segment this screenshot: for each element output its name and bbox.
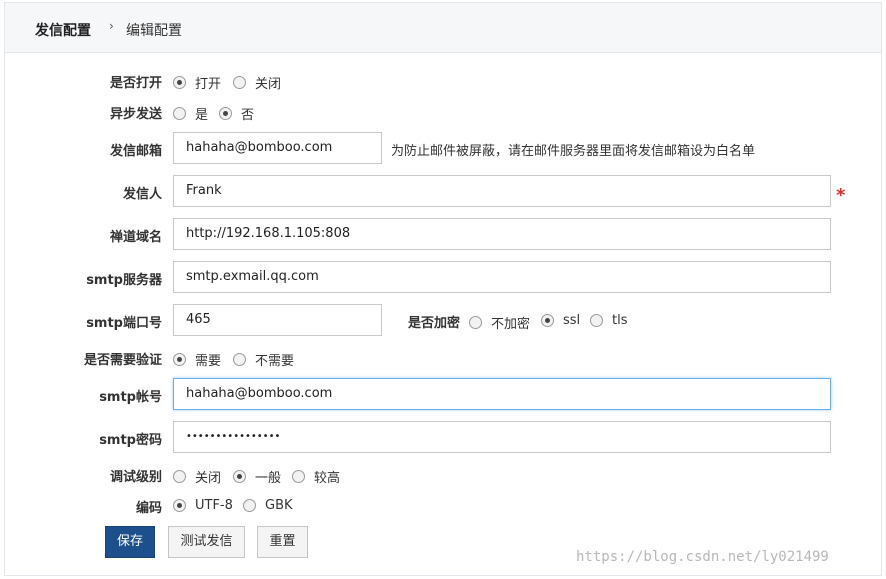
option-label: 打开 (195, 77, 222, 92)
encryption-option-none[interactable]: 不加密 (469, 313, 530, 332)
radio-icon[interactable] (173, 76, 186, 89)
watermark: https://blog.csdn.net/ly021499 (576, 549, 829, 565)
debug-label: 调试级别 (109, 470, 162, 485)
radio-icon[interactable] (173, 353, 186, 366)
reset-button[interactable]: 重置 (257, 526, 308, 558)
smtp-password-label: smtp密码 (99, 433, 162, 448)
test-send-button[interactable]: 测试发信 (168, 526, 245, 558)
option-label: ssl (563, 313, 581, 328)
radio-icon[interactable] (590, 314, 603, 327)
option-label: 关闭 (255, 77, 282, 92)
smtp-account-input[interactable]: hahaha@bomboo.com (173, 378, 831, 410)
option-label: 不加密 (491, 317, 531, 332)
radio-icon[interactable] (219, 107, 232, 120)
charset-option-utf8[interactable]: UTF-8 (173, 498, 233, 513)
charset-label: 编码 (135, 501, 162, 516)
sender-email-input[interactable]: hahaha@bomboo.com (173, 132, 382, 164)
auth-label: 是否需要验证 (83, 353, 162, 368)
encryption-option-ssl[interactable]: ssl (541, 313, 580, 328)
save-button[interactable]: 保存 (105, 526, 155, 558)
smtp-server-input[interactable]: smtp.exmail.qq.com (173, 261, 831, 293)
option-label: GBK (265, 498, 293, 513)
breadcrumb-current: 编辑配置 (126, 23, 182, 39)
encryption-label: 是否加密 (407, 316, 460, 331)
async-option-no[interactable]: 否 (219, 104, 254, 123)
sender-email-label: 发信邮箱 (109, 144, 162, 159)
option-label: 否 (241, 108, 255, 123)
debug-option-off[interactable]: 关闭 (173, 467, 221, 486)
radio-icon[interactable] (233, 353, 246, 366)
enabled-option-on[interactable]: 打开 (173, 73, 221, 92)
radio-icon[interactable] (173, 470, 186, 483)
radio-icon[interactable] (541, 314, 554, 327)
breadcrumb-root[interactable]: 发信配置 (35, 20, 91, 40)
debug-option-high[interactable]: 较高 (292, 467, 340, 486)
async-option-yes[interactable]: 是 (173, 104, 208, 123)
radio-icon[interactable] (469, 316, 482, 329)
option-label: 是 (195, 108, 209, 123)
radio-icon[interactable] (243, 499, 256, 512)
sender-email-hint: 为防止邮件被屏蔽，请在邮件服务器里面将发信邮箱设为白名单 (391, 144, 756, 159)
auth-option-required[interactable]: 需要 (173, 350, 221, 369)
option-label: UTF-8 (195, 498, 233, 513)
option-label: 需要 (195, 354, 222, 369)
radio-icon[interactable] (233, 76, 246, 89)
sender-name-input[interactable]: Frank (173, 175, 831, 207)
option-label: 较高 (314, 471, 341, 486)
domain-label: 禅道域名 (109, 230, 162, 245)
radio-icon[interactable] (233, 470, 246, 483)
smtp-account-label: smtp帐号 (99, 390, 162, 405)
option-label: 关闭 (195, 471, 222, 486)
radio-icon[interactable] (292, 470, 305, 483)
smtp-port-label: smtp端口号 (86, 316, 162, 331)
debug-option-normal[interactable]: 一般 (233, 467, 281, 486)
required-asterisk: * (836, 185, 846, 206)
enabled-option-off[interactable]: 关闭 (233, 73, 281, 92)
option-label: tls (612, 313, 628, 328)
option-label: 一般 (255, 471, 282, 486)
encryption-option-tls[interactable]: tls (590, 313, 627, 328)
domain-input[interactable]: http://192.168.1.105:808 (173, 218, 831, 250)
breadcrumb: 发信配置 › 编辑配置 (5, 3, 881, 53)
charset-option-gbk[interactable]: GBK (243, 498, 293, 513)
async-label: 异步发送 (109, 107, 162, 122)
enabled-label: 是否打开 (109, 76, 162, 91)
sender-name-label: 发信人 (122, 187, 162, 202)
option-label: 不需要 (255, 354, 295, 369)
chevron-right-icon: › (109, 19, 114, 33)
auth-option-not-required[interactable]: 不需要 (233, 350, 294, 369)
radio-icon[interactable] (173, 107, 186, 120)
smtp-password-input[interactable]: •••••••••••••••• (173, 421, 831, 453)
smtp-server-label: smtp服务器 (86, 273, 162, 288)
radio-icon[interactable] (173, 499, 186, 512)
